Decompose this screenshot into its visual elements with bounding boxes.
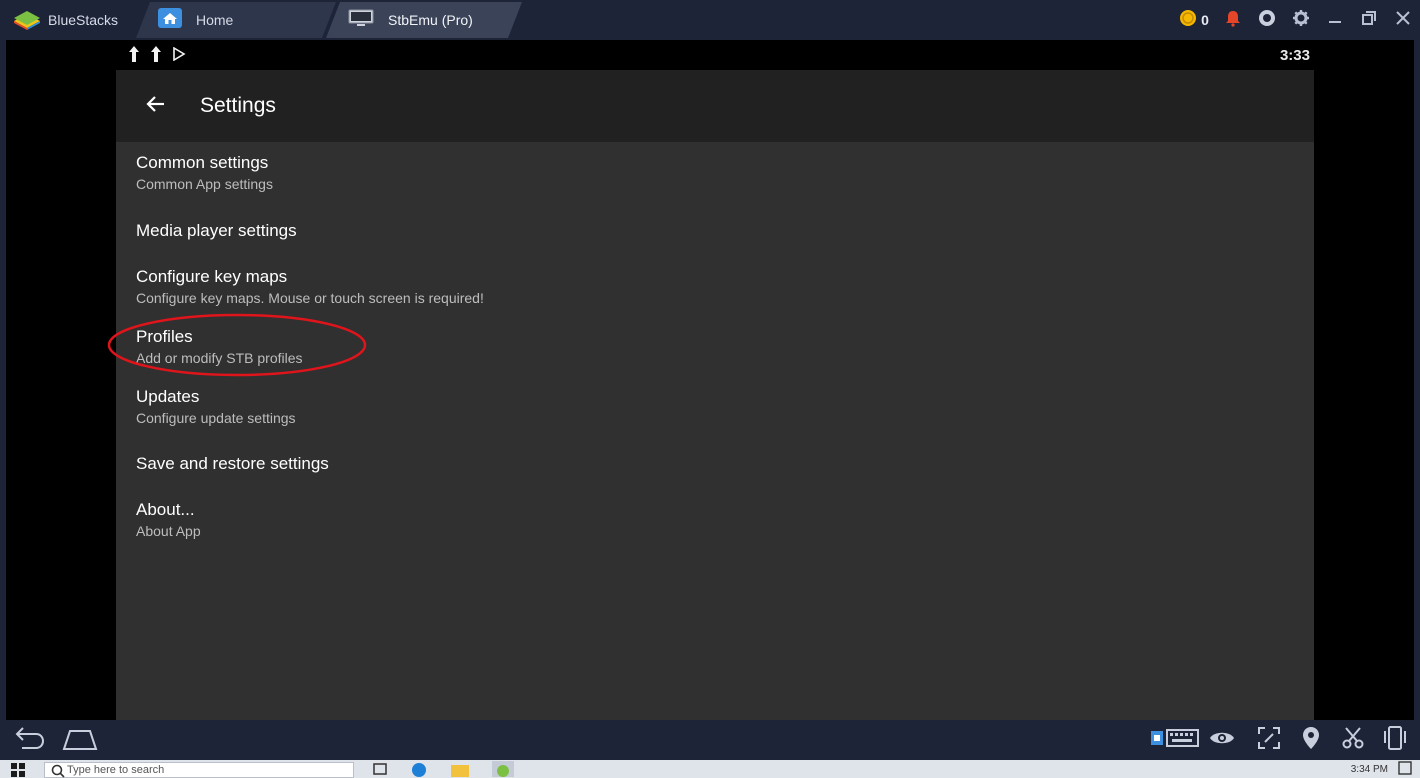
pref-configure-key-maps[interactable]: Configure key maps Configure key maps. M…	[136, 266, 736, 308]
page-title: Settings	[200, 94, 276, 117]
windows-logo-icon	[10, 763, 26, 778]
search-icon	[51, 764, 65, 778]
back-arrow-icon	[10, 727, 46, 756]
tab-home-label: Home	[196, 12, 234, 28]
search-placeholder: Type here to search	[67, 764, 165, 776]
pref-title: Save and restore settings	[136, 454, 329, 473]
fullscreen-button[interactable]	[1250, 720, 1288, 760]
restore-button[interactable]	[1352, 0, 1386, 40]
pref-summary: Common App settings	[136, 176, 273, 192]
pref-title: Configure key maps	[136, 267, 288, 286]
back-button[interactable]	[138, 88, 174, 124]
tab-stbemu-label: StbEmu (Pro)	[388, 12, 473, 28]
taskbar-pinned-apps	[372, 761, 514, 778]
scissors-icon	[1341, 726, 1365, 755]
rotate-button[interactable]	[1376, 720, 1414, 760]
keymap-button[interactable]	[1151, 720, 1199, 760]
pref-title: About...	[136, 500, 195, 519]
globe-icon	[1258, 9, 1276, 31]
settings-list: Common settings Common App settings Medi…	[107, 142, 1314, 720]
tray-clock[interactable]: 3:34 PM	[1351, 764, 1388, 775]
bluestacks-brand: BlueStacks	[0, 0, 145, 40]
settings-button[interactable]	[1284, 0, 1318, 40]
view-button[interactable]	[1198, 720, 1246, 760]
fullscreen-icon	[1257, 726, 1281, 755]
pref-title: Media player settings	[136, 221, 297, 240]
coin-count: 0	[1201, 12, 1209, 28]
android-statusbar: 3:33	[116, 40, 1314, 70]
android-display: 3:33 Settings Common settings Common App…	[6, 40, 1414, 720]
pref-summary: About App	[136, 523, 201, 539]
edge-browser-icon[interactable]	[410, 761, 428, 778]
phone-rotate-icon	[1383, 725, 1407, 756]
location-pin-icon	[1301, 726, 1321, 755]
android-nav	[10, 726, 98, 757]
pref-title: Common settings	[136, 153, 269, 172]
coin-icon	[1179, 9, 1197, 31]
bluestacks-taskbar-icon[interactable]	[492, 761, 514, 778]
pref-about[interactable]: About... About App	[136, 499, 736, 541]
arrow-back-icon	[146, 94, 166, 119]
bluestacks-toolbar	[1151, 720, 1414, 760]
bluestacks-titlebar: BlueStacks Home StbEmu (Pro) 0	[0, 0, 1420, 40]
windows-taskbar: Type here to search 3:34 PM	[0, 760, 1420, 778]
settings-appbar: Settings	[116, 70, 1314, 142]
eye-icon	[1209, 729, 1235, 752]
bell-icon	[1224, 9, 1242, 31]
android-back-button[interactable]	[10, 726, 46, 757]
statusbar-time: 3:33	[1279, 47, 1310, 64]
pref-profiles[interactable]: Profiles Add or modify STB profiles	[136, 326, 736, 368]
taskbar-search-box[interactable]: Type here to search	[44, 762, 354, 778]
pref-common-settings[interactable]: Common settings Common App settings	[136, 152, 736, 194]
bluestacks-logo-icon	[12, 9, 42, 31]
keyboard-icon	[1150, 727, 1200, 754]
titlebar-controls: 0	[1172, 0, 1420, 40]
pref-summary: Configure update settings	[136, 410, 296, 426]
window-frame-right	[1414, 40, 1420, 720]
home-outline-icon	[62, 730, 98, 755]
location-button[interactable]	[1292, 720, 1330, 760]
restore-icon	[1362, 11, 1376, 29]
minimize-icon	[1328, 11, 1342, 29]
coins-button[interactable]: 0	[1172, 0, 1216, 40]
tab-stbemu[interactable]: StbEmu (Pro)	[326, 2, 522, 38]
pref-summary: Configure key maps. Mouse or touch scree…	[136, 290, 484, 306]
android-home-button[interactable]	[62, 727, 98, 756]
notification-center-icon[interactable]	[1398, 760, 1412, 778]
home-icon	[158, 8, 182, 33]
file-explorer-icon[interactable]	[450, 761, 470, 778]
statusbar-notifications	[128, 46, 186, 67]
play-store-icon	[172, 46, 186, 66]
pref-save-restore-settings[interactable]: Save and restore settings	[136, 453, 736, 475]
notifications-button[interactable]	[1216, 0, 1250, 40]
pref-updates[interactable]: Updates Configure update settings	[136, 386, 736, 428]
system-tray: 3:34 PM	[1351, 760, 1412, 778]
pref-summary: Add or modify STB profiles	[136, 350, 303, 366]
pref-title: Profiles	[136, 327, 193, 346]
brand-name: BlueStacks	[48, 12, 119, 28]
pref-title: Updates	[136, 387, 200, 406]
gear-icon	[1292, 9, 1310, 31]
account-button[interactable]	[1250, 0, 1284, 40]
bluestacks-bottombar	[0, 720, 1420, 760]
pref-media-player-settings[interactable]: Media player settings	[136, 220, 736, 242]
minimize-button[interactable]	[1318, 0, 1352, 40]
usb-icon	[128, 46, 140, 67]
close-button[interactable]	[1386, 0, 1420, 40]
screenshot-button[interactable]	[1334, 720, 1372, 760]
tab-home[interactable]: Home	[136, 2, 336, 38]
usb-icon	[150, 46, 162, 67]
task-view-icon[interactable]	[372, 761, 388, 778]
close-icon	[1396, 11, 1410, 29]
windows-start-button[interactable]	[10, 762, 26, 778]
tv-icon	[348, 9, 374, 32]
